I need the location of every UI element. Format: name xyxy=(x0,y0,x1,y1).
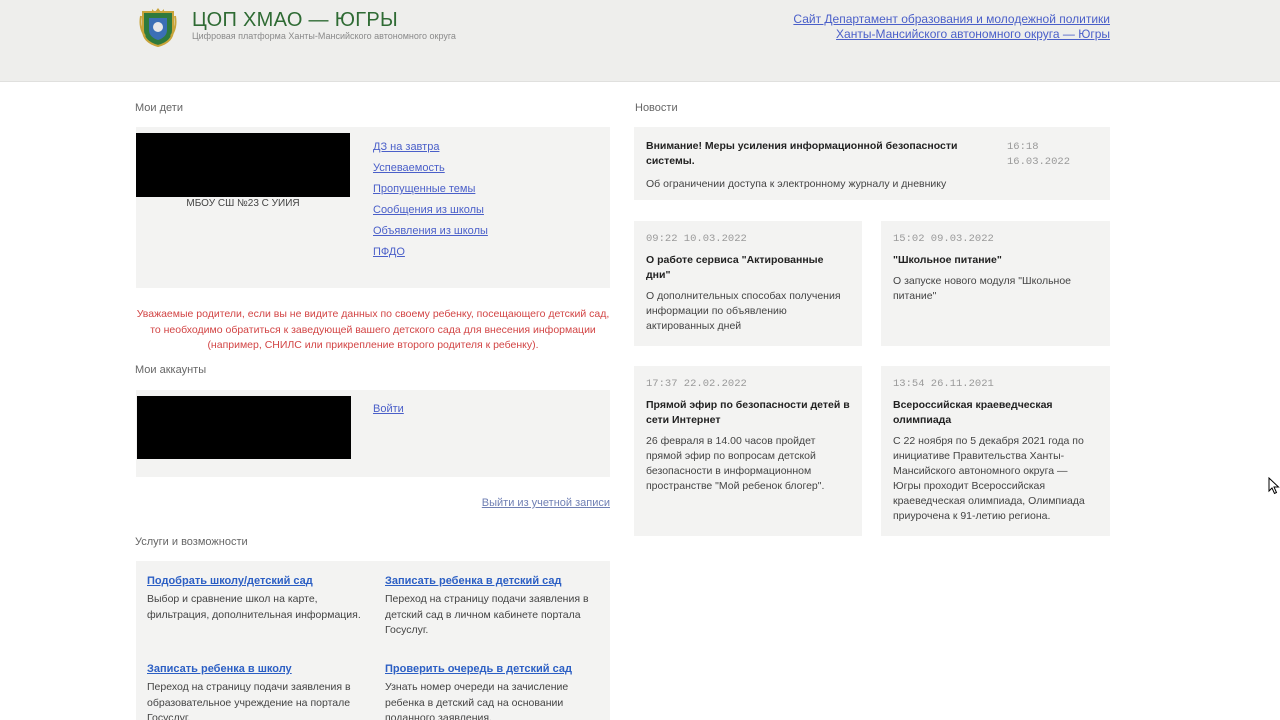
news-title[interactable]: Прямой эфир по безопасности детей в сети… xyxy=(646,398,850,428)
news-card[interactable]: 17:37 22.02.2022 Прямой эфир по безопасн… xyxy=(634,366,862,536)
service-item: Записать ребенка в школу Переход на стра… xyxy=(147,662,367,720)
school-announcements-link[interactable]: Объявления из школы xyxy=(373,224,488,245)
department-link-line1[interactable]: Сайт Департамент образования и молодежно… xyxy=(793,12,1110,27)
login-link[interactable]: Войти xyxy=(373,403,404,415)
news-description: О дополнительных способах получения инфо… xyxy=(646,290,841,332)
service-item: Записать ребенка в детский сад Переход н… xyxy=(385,574,605,639)
department-link-line2[interactable]: Ханты-Мансийского автономного округа — Ю… xyxy=(793,27,1110,42)
my-accounts-heading: Мои аккаунты xyxy=(135,364,207,376)
choose-school-link[interactable]: Подобрать школу/детский сад xyxy=(147,574,367,588)
news-title[interactable]: О работе сервиса "Актированные дни" xyxy=(646,253,850,283)
services-heading: Услуги и возможности xyxy=(135,536,248,548)
site-title[interactable]: ЦОП ХМАО — ЮГРЫ xyxy=(192,9,398,32)
news-card[interactable]: 13:54 26.11.2021 Всероссийская краеведче… xyxy=(881,366,1110,536)
news-card[interactable]: 09:22 10.03.2022 О работе сервиса "Актир… xyxy=(634,221,862,346)
news-datetime: 16:18 16.03.2022 xyxy=(1007,140,1070,170)
news-title[interactable]: "Школьное питание" xyxy=(893,253,1098,268)
news-title[interactable]: Всероссийская краеведческая олимпиада xyxy=(893,398,1098,428)
news-title[interactable]: Внимание! Меры усиления информационной б… xyxy=(646,139,976,169)
service-item: Подобрать школу/детский сад Выбор и срав… xyxy=(147,574,367,623)
news-card[interactable]: 15:02 09.03.2022 "Школьное питание" О за… xyxy=(881,221,1110,346)
grades-link[interactable]: Успеваемость xyxy=(373,161,488,182)
enroll-kindergarten-link[interactable]: Записать ребенка в детский сад xyxy=(385,574,605,588)
my-children-heading: Мои дети xyxy=(135,102,183,114)
missed-topics-link[interactable]: Пропущенные темы xyxy=(373,182,488,203)
news-time: 16:18 xyxy=(1007,141,1039,153)
site-header: ЦОП ХМАО — ЮГРЫ Цифровая платформа Ханты… xyxy=(0,0,1280,82)
check-queue-link[interactable]: Проверить очередь в детский сад xyxy=(385,662,605,676)
news-description: 26 февраля в 14.00 часов пройдет прямой … xyxy=(646,435,825,492)
coat-of-arms-logo[interactable] xyxy=(137,6,179,48)
homework-tomorrow-link[interactable]: ДЗ на завтра xyxy=(373,140,488,161)
news-card-main[interactable]: Внимание! Меры усиления информационной б… xyxy=(634,127,1110,200)
service-description: Переход на страницу подачи заявления в о… xyxy=(147,681,351,720)
news-date: 15:02 09.03.2022 xyxy=(893,233,994,245)
pfdo-link[interactable]: ПФДО xyxy=(373,245,488,266)
news-date: 09:22 10.03.2022 xyxy=(646,233,747,245)
service-description: Узнать номер очереди на зачисление ребен… xyxy=(385,681,569,720)
news-description: О запуске нового модуля "Школьное питани… xyxy=(893,275,1072,302)
account-redacted xyxy=(137,396,351,459)
school-name: МБОУ СШ №23 С УИИЯ xyxy=(186,198,300,209)
kindergarten-warning: Уважаемые родители, если вы не видите да… xyxy=(136,308,610,351)
news-heading: Новости xyxy=(635,102,678,114)
school-messages-link[interactable]: Сообщения из школы xyxy=(373,203,488,224)
department-site-link[interactable]: Сайт Департамент образования и молодежно… xyxy=(793,12,1110,42)
enroll-school-link[interactable]: Записать ребенка в школу xyxy=(147,662,367,676)
site-subtitle: Цифровая платформа Ханты-Мансийского авт… xyxy=(192,31,456,41)
service-description: Выбор и сравнение школ на карте, фильтра… xyxy=(147,593,361,621)
news-date: 16.03.2022 xyxy=(1007,156,1071,168)
news-description: Об ограничении доступа к электронному жу… xyxy=(646,178,947,190)
logout-link[interactable]: Выйти из учетной записи xyxy=(482,497,610,509)
news-date: 17:37 22.02.2022 xyxy=(646,378,747,390)
child-photo-redacted xyxy=(136,133,350,197)
news-date: 13:54 26.11.2021 xyxy=(893,378,994,390)
mouse-cursor-icon xyxy=(1268,477,1280,495)
service-description: Переход на страницу подачи заявления в д… xyxy=(385,593,589,636)
child-links: ДЗ на завтра Успеваемость Пропущенные те… xyxy=(373,140,488,266)
news-description: С 22 ноября по 5 декабря 2021 года по ин… xyxy=(893,435,1085,522)
service-item: Проверить очередь в детский сад Узнать н… xyxy=(385,662,605,720)
